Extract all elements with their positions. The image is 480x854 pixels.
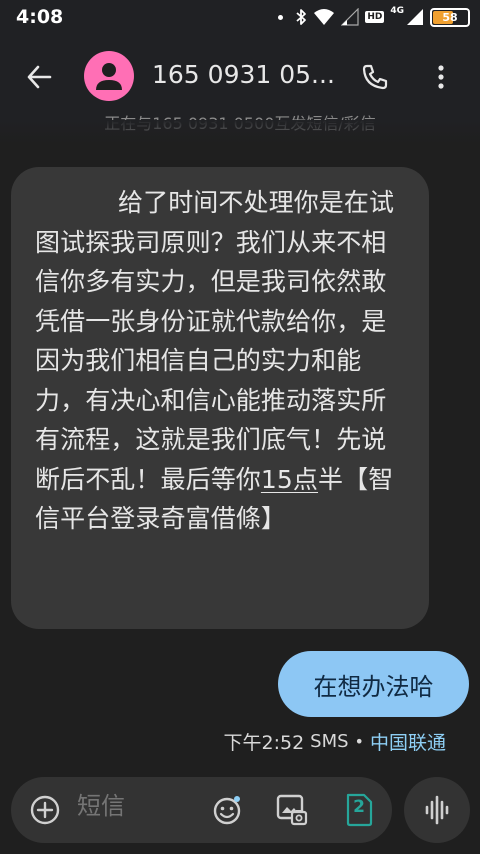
gallery-button[interactable] <box>275 793 309 827</box>
battery-indicator: 58 <box>430 7 470 27</box>
message-type: SMS <box>310 730 349 752</box>
voice-waveform-icon <box>425 795 449 825</box>
voice-message-button[interactable] <box>404 777 470 843</box>
compose-bar: 2 <box>11 777 392 843</box>
phone-icon <box>362 64 388 90</box>
meta-separator: • <box>354 731 364 751</box>
add-circle-icon <box>30 795 60 825</box>
add-attachment-button[interactable] <box>29 794 61 826</box>
incoming-message-text: 给了时间不处理你是在试图试探我司原则？我们从来不相信你多有实力，但是我司依然敢凭… <box>35 183 405 539</box>
time-link[interactable]: 15点 <box>261 465 318 494</box>
incoming-text-part: 给了时间不处理你是在试图试探我司原则？我们从来不相信你多有实力，但是我司依然敢凭… <box>35 188 395 494</box>
contact-name[interactable]: 165 0931 05... <box>152 60 342 89</box>
status-time: 4:08 <box>16 6 64 28</box>
more-options-button[interactable] <box>428 60 454 94</box>
header-fade <box>0 120 480 144</box>
person-icon <box>96 63 122 90</box>
outgoing-message-text: 在想办法哈 <box>313 672 434 701</box>
status-icons: HD 4G 58 <box>278 6 470 28</box>
hd-voice-badge: HD <box>365 11 385 23</box>
more-vert-icon <box>438 65 444 89</box>
notification-dot-icon <box>278 14 284 20</box>
signal-full-icon <box>406 8 424 26</box>
battery-level: 58 <box>442 10 458 24</box>
signal-weak-icon <box>341 8 359 26</box>
carrier-label[interactable]: 中国联通 <box>370 728 446 755</box>
emoji-button[interactable] <box>211 794 243 826</box>
message-input[interactable] <box>77 793 187 821</box>
back-button[interactable] <box>22 60 56 94</box>
emoji-icon <box>213 796 241 825</box>
gallery-icon <box>276 794 308 826</box>
contact-avatar[interactable] <box>84 51 134 101</box>
battery-icon: 58 <box>430 7 470 27</box>
message-timestamp: 下午2:52 <box>223 731 305 754</box>
sim-number: 2 <box>353 797 365 817</box>
network-type-label: 4G <box>390 6 404 16</box>
back-arrow-icon <box>27 65 52 89</box>
outgoing-message-bubble[interactable]: 在想办法哈 <box>278 651 469 717</box>
call-button[interactable] <box>358 60 392 94</box>
status-bar: 4:08 HD 4G 58 <box>0 0 480 34</box>
message-meta: 下午2:52 SMS • 中国联通 <box>223 727 446 755</box>
incoming-message-bubble[interactable]: 给了时间不处理你是在试图试探我司原则？我们从来不相信你多有实力，但是我司依然敢凭… <box>11 167 429 629</box>
sim-selector-button[interactable]: 2 <box>344 793 374 827</box>
wifi-icon <box>313 8 335 26</box>
bluetooth-icon <box>295 8 307 26</box>
